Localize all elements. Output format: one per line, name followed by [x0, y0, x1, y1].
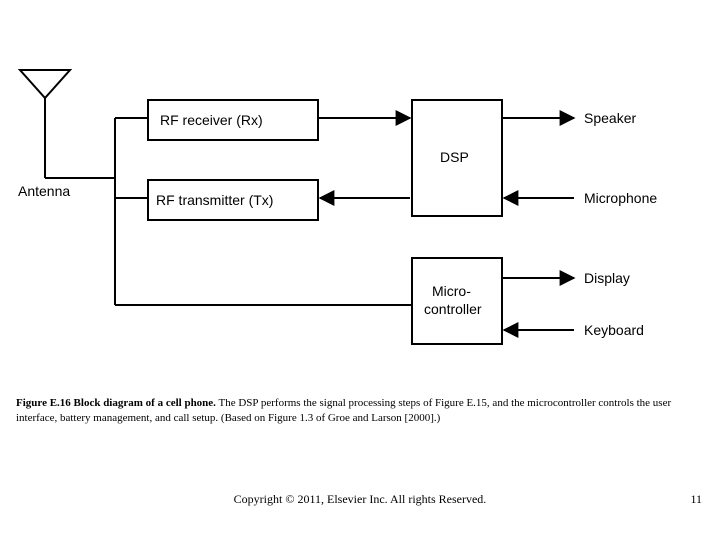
- display-label: Display: [584, 270, 630, 286]
- microphone-label: Microphone: [584, 190, 657, 206]
- antenna-icon: [20, 70, 70, 178]
- microcontroller-label-line2: controller: [424, 301, 482, 317]
- rf-receiver-label: RF receiver (Rx): [160, 112, 263, 128]
- dsp-label: DSP: [440, 149, 469, 165]
- figure-caption: Figure E.16 Block diagram of a cell phon…: [16, 396, 700, 426]
- copyright-line: Copyright © 2011, Elsevier Inc. All righ…: [0, 492, 720, 507]
- cellphone-block-diagram: Antenna RF receiver (Rx) RF transmitter …: [0, 0, 720, 380]
- rf-transmitter-label: RF transmitter (Tx): [156, 192, 273, 208]
- microcontroller-label-line1: Micro-: [432, 283, 471, 299]
- keyboard-label: Keyboard: [584, 322, 644, 338]
- antenna-label: Antenna: [18, 183, 70, 199]
- speaker-label: Speaker: [584, 110, 636, 126]
- caption-lead: Figure E.16 Block diagram of a cell phon…: [16, 397, 216, 409]
- page-number: 11: [690, 492, 702, 507]
